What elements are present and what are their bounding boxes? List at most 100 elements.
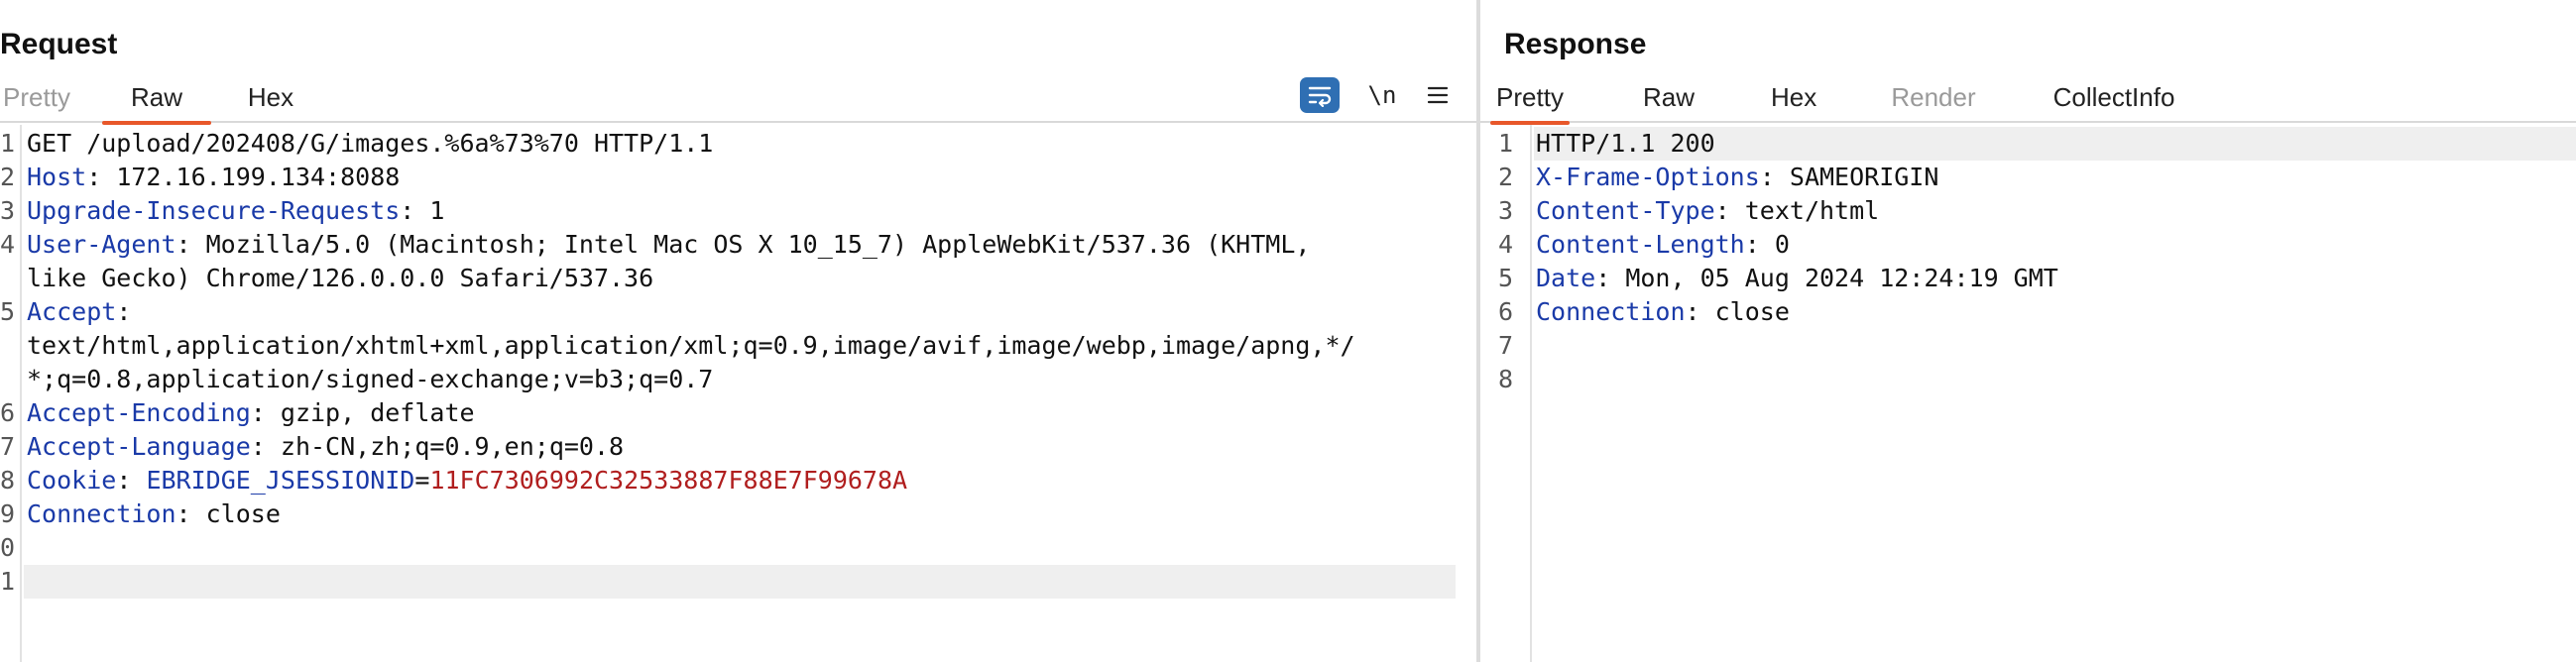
header-name: Host <box>27 163 87 191</box>
code-line: 8 Cookie: EBRIDGE_JSESSIONID=11FC7306992C… <box>0 464 1476 497</box>
response-tabs: Pretty Raw Hex Render CollectInfo <box>1480 73 2576 125</box>
response-tab-render[interactable]: Render <box>1890 81 1977 123</box>
line-number: 4 <box>0 230 16 259</box>
code-line: 2 X-Frame-Options: SAMEORIGIN <box>1480 161 2576 194</box>
request-tab-raw[interactable]: Raw <box>102 81 211 125</box>
line-text: HTTP/1.1 200 <box>1536 129 1715 158</box>
line-text: X-Frame-Options: SAMEORIGIN <box>1536 161 1938 194</box>
request-tabs: Pretty Raw Hex <box>0 73 1476 125</box>
header-name: User-Agent <box>27 230 176 259</box>
header-value: Mon, 05 Aug 2024 12:24:19 GMT <box>1610 264 2058 292</box>
line-number: 8 <box>0 466 16 495</box>
header-name: Content-Length <box>1536 230 1745 259</box>
header-value: zh-CN,zh;q=0.9,en;q=0.8 <box>265 432 625 461</box>
response-editor[interactable]: 1 HTTP/1.1 200 2 X-Frame-Options: SAMEORIGI… <box>1480 125 2576 662</box>
header-name: Accept <box>27 297 117 326</box>
line-number: 4 <box>1498 230 1514 259</box>
hamburger-menu-icon <box>1427 86 1449 104</box>
header-colon: : <box>1759 163 1775 191</box>
response-pane: Response Pretty Raw Hex Render CollectIn… <box>1480 0 2576 662</box>
header-value: 0 <box>1759 230 1790 259</box>
header-name: Connection <box>1536 297 1686 326</box>
editor-menu-button[interactable] <box>1420 77 1456 113</box>
header-name: Upgrade-Insecure-Requests <box>27 196 401 225</box>
response-tab-hex[interactable]: Hex <box>1771 81 1816 123</box>
header-value: close <box>1699 297 1790 326</box>
show-newlines-button[interactable]: \n <box>1362 77 1402 113</box>
code-line: 5 Accept: <box>0 295 1476 329</box>
cookie-equals: = <box>414 466 430 495</box>
response-tab-collectinfo[interactable]: CollectInfo <box>2051 81 2176 123</box>
line-number: 9 <box>0 499 16 528</box>
header-value <box>131 466 146 495</box>
code-line: 1 GET /upload/202408/G/images.%6a%73%70 H… <box>0 127 1476 161</box>
line-number: 7 <box>0 432 16 461</box>
header-colon: : <box>250 432 266 461</box>
line-text: *;q=0.8,application/signed-exchange;v=b3… <box>27 365 714 393</box>
header-name: Accept-Language <box>27 432 251 461</box>
header-value: gzip, deflate <box>265 398 475 427</box>
line-text: text/html,application/xhtml+xml,applicat… <box>27 331 1355 360</box>
line-number: 3 <box>0 196 16 225</box>
line-number: 2 <box>0 163 16 191</box>
request-pane: Request Pretty Raw Hex \n 1 GET /upload/2… <box>0 0 1476 662</box>
header-colon: : <box>116 297 132 326</box>
code-line: 1 HTTP/1.1 200 <box>1480 127 2576 161</box>
header-colon: : <box>1595 264 1611 292</box>
header-name: Accept-Encoding <box>27 398 251 427</box>
line-text: Connection: close <box>27 497 281 531</box>
line-text: User-Agent: Mozilla/5.0 (Macintosh; Inte… <box>27 228 1310 262</box>
header-value: 1 <box>414 196 445 225</box>
line-number: 1 <box>1498 129 1514 158</box>
code-line: text/html,application/xhtml+xml,applicat… <box>0 329 1476 363</box>
http-message-viewer: Request Pretty Raw Hex \n 1 GET /upload/2… <box>0 0 2576 662</box>
line-number: 3 <box>1498 196 1514 225</box>
line-number: 8 <box>1498 365 1514 393</box>
line-number: 2 <box>1498 163 1514 191</box>
code-line: 4 User-Agent: Mozilla/5.0 (Macintosh; Int… <box>0 228 1476 262</box>
line-text: Date: Mon, 05 Aug 2024 12:24:19 GMT <box>1536 262 2058 295</box>
code-line: 3 Upgrade-Insecure-Requests: 1 <box>0 194 1476 228</box>
line-text: Host: 172.16.199.134:8088 <box>27 161 400 194</box>
cookie-name: EBRIDGE_JSESSIONID <box>146 466 415 495</box>
line-text: Content-Type: text/html <box>1536 194 1879 228</box>
line-text: Cookie: EBRIDGE_JSESSIONID=11FC7306992C3… <box>27 464 907 497</box>
header-colon: : <box>116 466 132 495</box>
line-number: 1 <box>0 567 16 596</box>
header-name: Content-Type <box>1536 196 1715 225</box>
code-line: 4 Content-Length: 0 <box>1480 228 2576 262</box>
header-colon: : <box>1744 230 1760 259</box>
request-tab-hex[interactable]: Hex <box>242 81 299 123</box>
request-tab-pretty[interactable]: Pretty <box>0 81 73 123</box>
line-text: Upgrade-Insecure-Requests: 1 <box>27 194 444 228</box>
header-name: Date <box>1536 264 1596 292</box>
code-line: 7 <box>1480 329 2576 363</box>
header-name: Cookie <box>27 466 117 495</box>
line-text: Accept: <box>27 295 131 329</box>
header-name: Connection <box>27 499 176 528</box>
code-line: 8 <box>1480 363 2576 396</box>
code-line: 3 Content-Type: text/html <box>1480 194 2576 228</box>
header-name: X-Frame-Options <box>1536 163 1760 191</box>
line-text: Content-Length: 0 <box>1536 228 1790 262</box>
header-value: 172.16.199.134:8088 <box>101 163 401 191</box>
code-line: 1 <box>0 565 1476 599</box>
code-line: 6 Accept-Encoding: gzip, deflate <box>0 396 1476 430</box>
request-editor[interactable]: 1 GET /upload/202408/G/images.%6a%73%70 H… <box>0 125 1476 662</box>
code-line: 7 Accept-Language: zh-CN,zh;q=0.9,en;q=0.… <box>0 430 1476 464</box>
code-line: like Gecko) Chrome/126.0.0.0 Safari/537.… <box>0 262 1476 295</box>
response-tab-raw[interactable]: Raw <box>1642 81 1696 123</box>
line-text: GET /upload/202408/G/images.%6a%73%70 HT… <box>27 129 714 158</box>
line-number: 6 <box>1498 297 1514 326</box>
line-number: 7 <box>1498 331 1514 360</box>
wrap-lines-button[interactable] <box>1300 77 1340 113</box>
header-colon: : <box>250 398 266 427</box>
line-number: 5 <box>0 297 16 326</box>
code-line: 9 Connection: close <box>0 497 1476 531</box>
header-value: close <box>190 499 281 528</box>
line-number: 0 <box>0 533 16 562</box>
header-value: text/html <box>1729 196 1880 225</box>
line-text: Accept-Language: zh-CN,zh;q=0.9,en;q=0.8 <box>27 430 624 464</box>
code-line: 6 Connection: close <box>1480 295 2576 329</box>
response-tab-pretty[interactable]: Pretty <box>1490 81 1570 125</box>
